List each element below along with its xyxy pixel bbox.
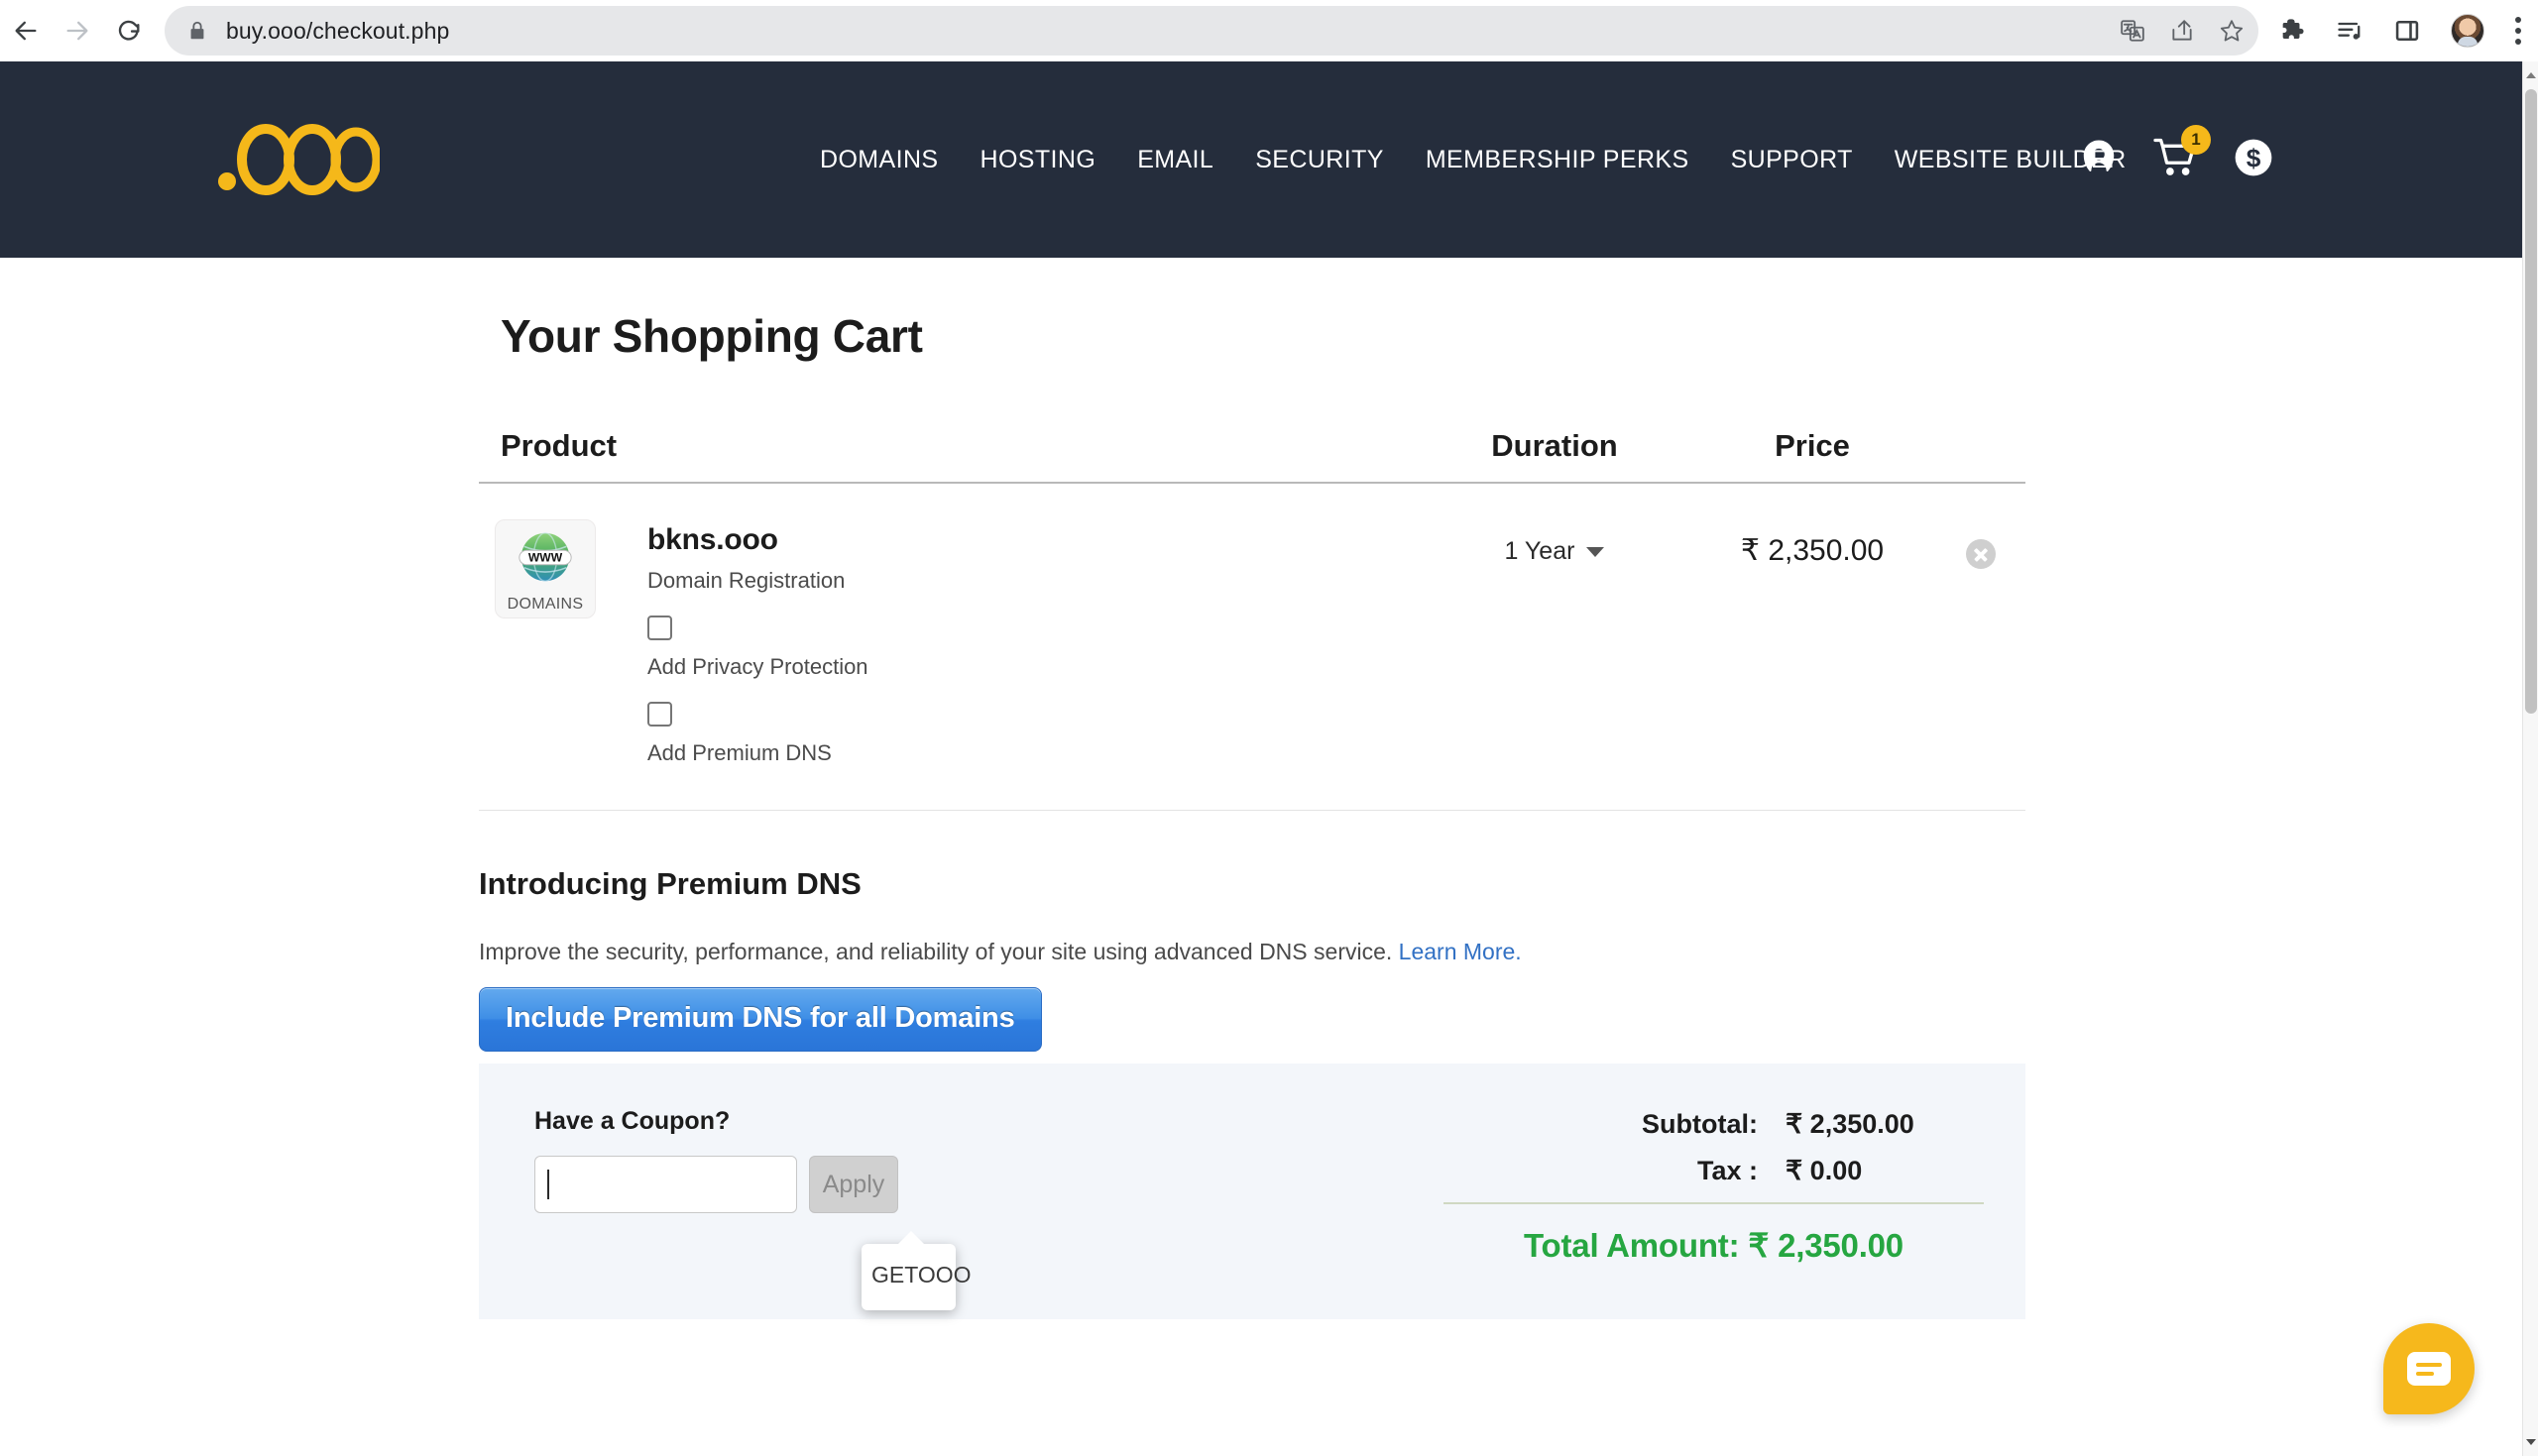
omnibox-actions — [2120, 6, 2245, 56]
page-content: Your Shopping Cart Product Duration Pric… — [479, 258, 2025, 1319]
duration-value: 1 Year — [1504, 537, 1575, 565]
tax-label: Tax : — [1696, 1156, 1758, 1185]
addon-privacy-protection-checkbox[interactable] — [647, 616, 672, 640]
coupon-row: Apply — [534, 1156, 1232, 1213]
subtotal-label: Subtotal: — [1642, 1109, 1758, 1139]
learn-more-link[interactable]: Learn More. — [1399, 939, 1522, 964]
totals-divider — [1443, 1202, 1984, 1204]
site-logo[interactable] — [216, 110, 380, 209]
scroll-down-button[interactable] — [2523, 1428, 2538, 1456]
product-name: bkns.ooo — [647, 523, 778, 556]
back-button[interactable] — [0, 5, 52, 56]
column-header-price: Price — [1775, 428, 1850, 463]
translate-icon[interactable] — [2120, 18, 2145, 44]
coupon-area: Have a Coupon? Apply — [479, 1064, 1232, 1319]
nav-item-hosting[interactable]: HOSTING — [959, 146, 1116, 174]
cart-icon[interactable]: 1 — [2153, 124, 2211, 183]
extensions-puzzle-icon[interactable] — [2278, 17, 2306, 45]
summary-panel: Have a Coupon? Apply GETOOO Subtotal: ₹ … — [479, 1064, 2025, 1319]
tax-value: ₹ 0.00 — [1786, 1156, 1863, 1185]
chat-widget-button[interactable] — [2383, 1323, 2475, 1414]
include-premium-dns-button[interactable]: Include Premium DNS for all Domains — [479, 987, 1042, 1052]
subtotal-value: ₹ 2,350.00 — [1786, 1109, 1914, 1139]
share-icon[interactable] — [2169, 18, 2195, 44]
column-header-product: Product — [501, 428, 618, 463]
user-account-icon[interactable] — [2078, 137, 2120, 183]
coupon-input[interactable] — [534, 1156, 797, 1213]
nav-item-email[interactable]: EMAIL — [1116, 146, 1234, 174]
site-header: DOMAINS HOSTING EMAIL SECURITY MEMBERSHI… — [0, 61, 2522, 258]
lock-icon — [186, 20, 208, 42]
tax-line: Tax : ₹ 0.00 — [1443, 1156, 1984, 1186]
three-dots-menu-icon[interactable] — [2514, 17, 2522, 45]
browser-right-actions — [2278, 14, 2538, 48]
addon-premium-dns-checkbox[interactable] — [647, 702, 672, 727]
page-title: Your Shopping Cart — [501, 310, 923, 362]
product-thumbnail-label: DOMAINS — [507, 596, 584, 613]
item-price: ₹ 2,350.00 — [1740, 534, 1885, 567]
premium-dns-section: Introducing Premium DNS Improve the secu… — [479, 866, 2025, 1052]
address-bar[interactable]: buy.ooo/checkout.php — [165, 6, 2258, 56]
addon-premium-dns: Add Premium DNS — [647, 702, 868, 766]
total-amount: Total Amount: ₹ 2,350.00 — [1524, 1227, 1904, 1264]
product-thumbnail: WWW DOMAINS — [495, 519, 596, 618]
premium-dns-title: Introducing Premium DNS — [479, 866, 862, 901]
cart-table-header: Product Duration Price — [479, 428, 2025, 484]
svg-text:WWW: WWW — [528, 550, 563, 564]
browser-toolbar: buy.ooo/checkout.php — [0, 0, 2538, 61]
product-subtitle: Domain Registration — [647, 568, 846, 593]
text-cursor — [547, 1170, 549, 1199]
nav-item-membership-perks[interactable]: MEMBERSHIP PERKS — [1405, 146, 1710, 174]
coupon-autofill-suggestion[interactable]: GETOOO — [862, 1231, 972, 1310]
header-icon-group: 1 $ — [2078, 61, 2274, 258]
coupon-label: Have a Coupon? — [534, 1107, 731, 1135]
nav-item-support[interactable]: SUPPORT — [1710, 146, 1874, 174]
forward-button[interactable] — [52, 5, 103, 56]
scroll-up-button[interactable] — [2523, 61, 2538, 89]
globe-www-icon: WWW — [515, 527, 576, 594]
remove-item-cell — [1936, 519, 2025, 569]
order-totals: Subtotal: ₹ 2,350.00 Tax : ₹ 0.00 Total … — [1443, 1109, 1984, 1265]
cart-item-row: WWW DOMAINS bkns.ooo Domain Registration… — [479, 484, 2025, 811]
addon-privacy-protection-label: Add Privacy Protection — [647, 654, 868, 679]
bookmark-star-icon[interactable] — [2219, 18, 2245, 44]
column-header-duration: Duration — [1491, 428, 1618, 463]
page-viewport: DOMAINS HOSTING EMAIL SECURITY MEMBERSHI… — [0, 61, 2538, 1456]
url-text: buy.ooo/checkout.php — [226, 17, 450, 44]
chevron-down-icon — [1586, 546, 1605, 557]
reload-button[interactable] — [103, 5, 155, 56]
remove-item-button[interactable] — [1966, 539, 1996, 569]
nav-item-domains[interactable]: DOMAINS — [799, 146, 959, 174]
svg-text:$: $ — [2247, 143, 2261, 172]
main-navigation: DOMAINS HOSTING EMAIL SECURITY MEMBERSHI… — [799, 61, 2147, 258]
premium-dns-description: Improve the security, performance, and r… — [479, 939, 2025, 965]
duration-selector[interactable]: 1 Year — [1421, 519, 1688, 566]
addon-premium-dns-label: Add Premium DNS — [647, 740, 832, 765]
chat-bubble-icon — [2407, 1352, 2451, 1386]
page-scrollbar[interactable] — [2522, 61, 2538, 1456]
apply-coupon-button[interactable]: Apply — [809, 1156, 898, 1213]
profile-avatar[interactable] — [2451, 14, 2484, 48]
cart-item-product-cell: WWW DOMAINS bkns.ooo Domain Registration… — [479, 519, 1421, 766]
premium-dns-description-text: Improve the security, performance, and r… — [479, 939, 1393, 964]
addon-privacy-protection: Add Privacy Protection — [647, 616, 868, 680]
cart-badge-count: 1 — [2181, 124, 2211, 155]
media-list-icon[interactable] — [2336, 17, 2364, 45]
currency-dollar-icon[interactable]: $ — [2233, 137, 2274, 183]
side-panel-icon[interactable] — [2393, 17, 2421, 45]
nav-item-security[interactable]: SECURITY — [1234, 146, 1405, 174]
subtotal-line: Subtotal: ₹ 2,350.00 — [1443, 1109, 1984, 1140]
cart-table: Product Duration Price WWW DOMAINS bkns.… — [479, 428, 2025, 811]
product-info: bkns.ooo Domain Registration Add Privacy… — [647, 519, 868, 766]
scrollbar-thumb[interactable] — [2525, 89, 2537, 714]
